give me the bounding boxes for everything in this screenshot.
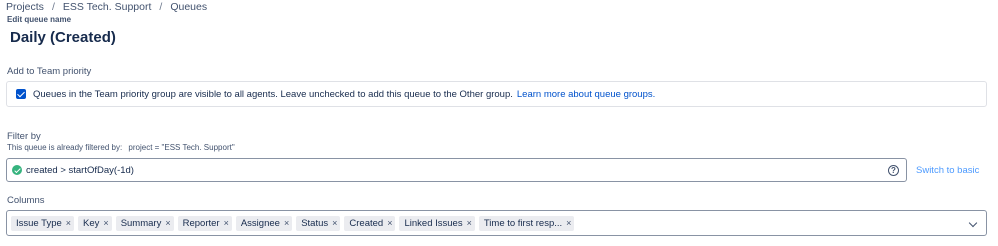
switch-to-basic-button[interactable]: Switch to basic [916,165,979,176]
filter-help-jql: project = "ESS Tech. Support" [128,143,235,152]
column-chip-label: Issue Type [16,217,62,229]
breadcrumb: Projects / ESS Tech. Support / Queues [6,0,207,14]
column-chip[interactable]: Linked Issues × [399,215,475,231]
queue-name-input[interactable]: Daily (Created) [7,26,307,50]
columns-label: Columns [7,195,45,206]
check-circle-icon [12,165,22,175]
column-chip-label: Time to first resp... [483,217,563,229]
breadcrumb-queues[interactable]: Queues [170,1,207,13]
close-icon[interactable]: × [566,218,571,228]
jql-input[interactable]: created > startOfDay(-1d) ? [6,158,907,182]
column-chip-label: Created [349,217,384,229]
jql-query-text[interactable]: created > startOfDay(-1d) [26,165,134,176]
close-icon[interactable]: × [284,218,289,228]
chevron-down-icon[interactable] [968,218,978,228]
column-chip-label: Status [301,217,329,229]
close-icon[interactable]: × [103,218,108,228]
close-icon[interactable]: × [467,218,472,228]
filter-help-prefix: This queue is already filtered by: [7,143,123,152]
column-chip-label: Linked Issues [404,217,463,229]
column-chip-label: Summary [120,217,162,229]
close-icon[interactable]: × [165,218,170,228]
breadcrumb-separator: / [51,1,55,13]
column-chip[interactable]: Created × [344,215,396,231]
column-chip[interactable]: Reporter × [177,215,232,231]
column-chips: Issue Type × Key × Summary × Reporter × Assignee… [11,215,578,231]
column-chip[interactable]: Key × [78,215,112,231]
column-chip[interactable]: Issue Type × [11,215,75,231]
question-circle-icon[interactable]: ? [888,165,899,176]
columns-select[interactable]: Issue Type × Key × Summary × Reporter × Assignee… [6,210,987,236]
team-priority-label: Add to Team priority [7,66,92,77]
team-priority-box: Queues in the Team priority group are vi… [6,81,987,107]
team-priority-checkbox[interactable] [16,89,26,99]
column-chip[interactable]: Status × [296,215,341,231]
filter-by-label: Filter by [7,131,41,142]
breadcrumb-separator: / [159,1,163,13]
column-chip[interactable]: Assignee × [235,215,293,231]
column-chip-label: Reporter [182,217,220,229]
breadcrumb-projects[interactable]: Projects [6,1,44,13]
column-chip-label: Key [83,217,100,229]
close-icon[interactable]: × [224,218,229,228]
column-chip-label: Assignee [240,217,280,229]
column-chip[interactable]: Time to first resp... × [478,215,575,231]
column-chip[interactable]: Summary × [115,215,174,231]
edit-queue-name-label: Edit queue name [7,15,72,24]
close-icon[interactable]: × [66,218,71,228]
close-icon[interactable]: × [332,218,337,228]
team-priority-description: Queues in the Team priority group are vi… [33,88,513,100]
queue-groups-link[interactable]: Learn more about queue groups. [517,89,655,100]
breadcrumb-project[interactable]: ESS Tech. Support [63,1,152,13]
close-icon[interactable]: × [387,218,392,228]
filter-help-text: This queue is already filtered by: proje… [7,143,235,152]
